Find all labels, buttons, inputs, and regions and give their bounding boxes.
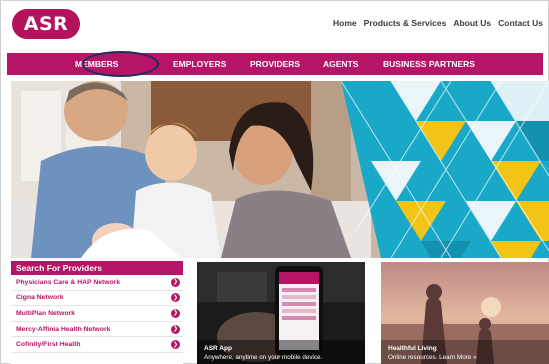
healthful-living-tile[interactable]: Healthful Living Online resources. Learn… bbox=[381, 262, 549, 364]
nav-item-agents[interactable]: AGENTS bbox=[323, 53, 358, 75]
provider-link-cofinity-first-health[interactable]: Cofinity/First Health ❯ bbox=[11, 337, 183, 353]
provider-link-physicians-care-hap[interactable]: Physicians Care & HAP Network ❯ bbox=[11, 275, 183, 291]
chevron-right-icon: ❯ bbox=[171, 308, 180, 318]
search-providers-panel: Search For Providers Physicians Care & H… bbox=[11, 261, 183, 364]
top-link-contact-us[interactable]: Contact Us bbox=[498, 18, 543, 28]
chevron-right-icon: ❯ bbox=[171, 324, 180, 334]
top-link-about-us[interactable]: About Us bbox=[453, 18, 491, 28]
provider-label: MultiPlan Network bbox=[16, 309, 75, 317]
provider-label: Physicians Care & HAP Network bbox=[16, 278, 121, 286]
hero-banner[interactable] bbox=[11, 81, 549, 258]
provider-label: Mercy-Affinia Health Network bbox=[16, 325, 111, 333]
hero-family-photo bbox=[11, 81, 549, 258]
healthful-living-title: Healthful Living bbox=[388, 345, 437, 352]
provider-label: Cofinity/First Health bbox=[16, 341, 81, 349]
asr-app-title: ASR App bbox=[204, 345, 232, 352]
asr-app-subtitle: Anywhere, anytime on your mobile device. bbox=[204, 354, 323, 361]
top-links: Home Products & Services About Us Contac… bbox=[333, 18, 543, 28]
main-nav: MEMBERS EMPLOYERS PROVIDERS AGENTS BUSIN… bbox=[7, 53, 543, 75]
chevron-right-icon: ❯ bbox=[171, 340, 180, 350]
nav-item-members[interactable]: MEMBERS bbox=[75, 53, 118, 75]
chevron-right-icon: ❯ bbox=[171, 277, 180, 287]
asr-logo[interactable]: ASR bbox=[12, 9, 80, 39]
top-link-products-services[interactable]: Products & Services bbox=[364, 18, 447, 28]
provider-label: Cigna Network bbox=[16, 294, 64, 302]
nav-item-providers[interactable]: PROVIDERS bbox=[250, 53, 300, 75]
healthful-living-subtitle[interactable]: Online resources. Learn More » bbox=[388, 354, 477, 361]
provider-link-multiplan[interactable]: MultiPlan Network ❯ bbox=[11, 306, 183, 322]
top-link-home[interactable]: Home bbox=[333, 18, 357, 28]
provider-link-mercy-affinia[interactable]: Mercy-Affinia Health Network ❯ bbox=[11, 322, 183, 338]
chevron-right-icon: ❯ bbox=[171, 293, 180, 303]
nav-item-employers[interactable]: EMPLOYERS bbox=[173, 53, 226, 75]
asr-app-tile[interactable]: ASR App Anywhere, anytime on your mobile… bbox=[197, 262, 365, 364]
nav-item-business-partners[interactable]: BUSINESS PARTNERS bbox=[383, 53, 475, 75]
provider-link-cigna[interactable]: Cigna Network ❯ bbox=[11, 291, 183, 307]
search-providers-title: Search For Providers bbox=[11, 261, 183, 275]
